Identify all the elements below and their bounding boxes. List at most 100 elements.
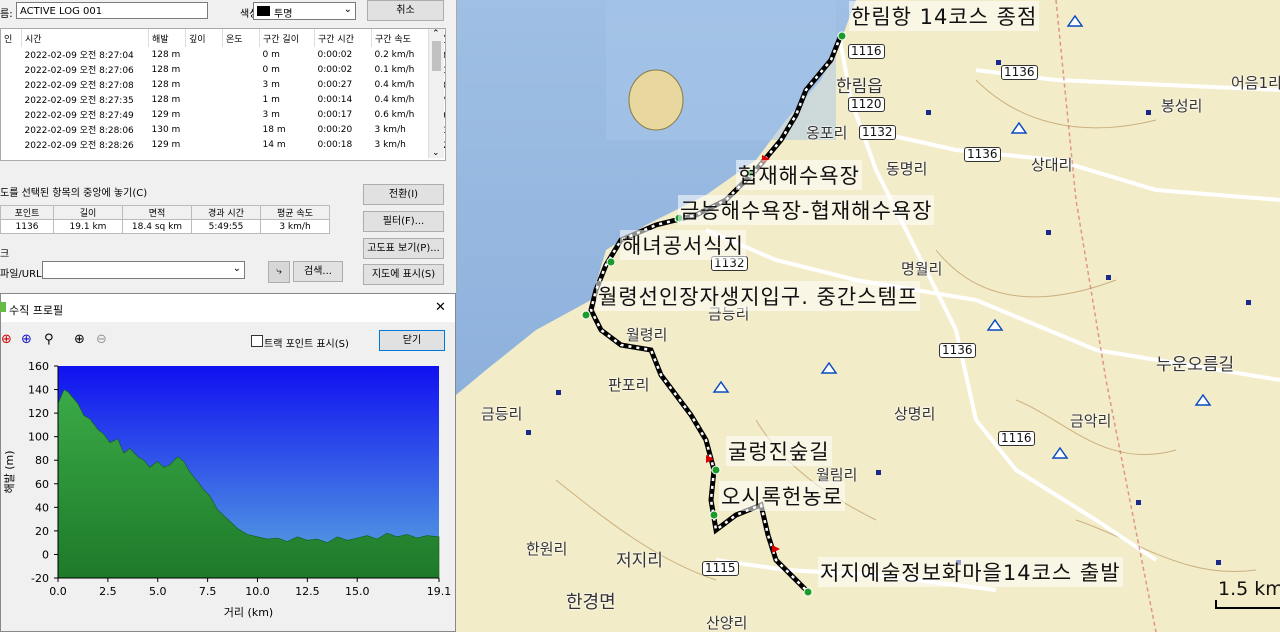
crosshair-red-icon[interactable]: ⊕ xyxy=(1,332,12,347)
table-row[interactable]: 2022-02-09 오전 8:27:35 128 m 1 m 0:00:14 0.4 … xyxy=(1,92,446,107)
table-scrollbar[interactable]: ⌃ ⌄ xyxy=(428,29,444,158)
table-cell xyxy=(186,62,223,77)
y-tick-label: 120 xyxy=(28,407,49,420)
table-cell: 128 m xyxy=(151,64,181,75)
table-row[interactable]: 2022-02-09 오전 8:27:04 128 m 0 m 0:00:02 0.2 … xyxy=(1,47,446,62)
column-header[interactable]: 구간 길이 xyxy=(259,29,315,47)
column-header[interactable]: 구간 속도 xyxy=(371,29,429,47)
table-cell: 0:00:20 xyxy=(317,124,353,135)
chevron-down-icon[interactable]: ⌄ xyxy=(432,148,440,158)
column-header[interactable]: 시간 xyxy=(21,29,149,47)
stat-header: 평균 속도 xyxy=(260,205,330,220)
table-cell: 0.2 km/h xyxy=(374,49,415,60)
track-point-table[interactable]: 인시간해발깊이온도구간 길이구간 시간구간 속도구간 코스 2022-02-09… xyxy=(0,28,446,161)
table-cell xyxy=(1,77,22,92)
y-tick-label: 80 xyxy=(35,454,49,467)
table-cell: 129 m xyxy=(151,109,181,120)
x-tick-label: 10.0 xyxy=(245,585,270,598)
table-cell: 18 m xyxy=(262,124,286,135)
y-tick-label: 140 xyxy=(28,384,49,397)
window-title: 수직 프로필 xyxy=(9,304,64,317)
column-header[interactable]: 해발 xyxy=(148,29,186,47)
place-name: 동명리 xyxy=(886,160,928,178)
link-group-label: 크 xyxy=(0,249,10,260)
map-view[interactable]: 1116 1136 1120 1132 1132 1136 1136 1116 … xyxy=(456,0,1280,632)
show-trackpoints-label[interactable]: 트랙 포인트 표시(S) xyxy=(264,335,349,350)
chevron-down-icon: ⌄ xyxy=(343,4,352,15)
x-axis-label: 거리 (km) xyxy=(224,606,273,619)
color-value: 투명 xyxy=(274,9,293,20)
name-label: 름: xyxy=(0,9,13,20)
elevation-profile-button[interactable]: 고도표 보기(P)... xyxy=(363,238,444,259)
column-header[interactable]: 구간 시간 xyxy=(314,29,372,47)
table-cell xyxy=(186,92,223,107)
table-cell: 128 m xyxy=(151,79,181,90)
chevron-down-icon: ⌄ xyxy=(232,263,241,274)
table-cell: 2022-02-09 오전 8:27:06 xyxy=(24,66,134,76)
zoom-in-icon[interactable]: ⊕ xyxy=(74,332,85,347)
color-select[interactable]: 투명 ⌄ xyxy=(253,2,356,20)
track-name-input[interactable]: ACTIVE LOG 001 xyxy=(16,2,208,19)
table-cell: 0.4 km/h xyxy=(374,94,415,105)
stat-header: 포인트 xyxy=(0,205,54,220)
column-header[interactable]: 깊이 xyxy=(185,29,223,47)
place-name: 명월리 xyxy=(901,260,943,278)
column-header[interactable]: 인 xyxy=(1,29,22,47)
stat-value: 5:49:55 xyxy=(191,219,261,234)
table-cell: 0:00:14 xyxy=(317,94,353,105)
filter-button[interactable]: 필터(F)... xyxy=(363,211,444,232)
file-url-input[interactable]: ⌄ xyxy=(42,261,245,279)
center-on-map-label[interactable]: 도를 선택된 항목의 중앙에 놓기(C) xyxy=(0,184,147,199)
color-swatch xyxy=(257,6,270,16)
table-cell xyxy=(186,77,223,92)
road-shield: 1132 xyxy=(859,125,896,140)
table-row[interactable]: 2022-02-09 오전 8:28:06 130 m 18 m 0:00:20 3 k… xyxy=(1,122,446,137)
invert-button[interactable]: 전환(I) xyxy=(363,184,444,205)
stat-header: 경과 시간 xyxy=(191,205,261,220)
place-name: 한원리 xyxy=(526,540,568,558)
table-row[interactable]: 2022-02-09 오전 8:28:26 129 m 14 m 0:00:18 3 k… xyxy=(1,137,446,152)
elevation-chart[interactable]: 160 140 120 100 80 60 40 20 0 -200.0 2.5 5.0 7.5 10.0… xyxy=(1,358,455,628)
close-icon[interactable]: ✕ xyxy=(435,300,446,315)
waypoint-label: 한림항 14코스 종점 xyxy=(849,1,1040,31)
stat-header: 길이 xyxy=(53,205,123,220)
table-cell: 3 km/h xyxy=(374,139,406,150)
scroll-thumb[interactable] xyxy=(432,41,441,71)
table-cell: 0.6 km/h xyxy=(374,109,415,120)
table-cell: 1 m xyxy=(262,94,280,105)
open-link-button[interactable]: ⤷ xyxy=(268,261,290,283)
crosshair-blue-icon[interactable]: ⊕ xyxy=(21,332,32,347)
zoom-tool-icon[interactable]: ⚲ xyxy=(44,332,54,347)
waypoint-label: 저지예술정보화마을14코스 출발 xyxy=(818,557,1123,587)
show-on-map-button[interactable]: 지도에 표시(S) xyxy=(363,264,444,285)
table-row[interactable]: 2022-02-09 오전 8:27:08 128 m 3 m 0:00:27 0.4 … xyxy=(1,77,446,92)
file-url-label: 파일/URL: xyxy=(0,269,45,280)
stat-value: 18.4 sq km xyxy=(122,219,192,234)
search-button[interactable]: 검색... xyxy=(293,261,343,282)
table-cell: 128 m xyxy=(151,94,181,105)
table-cell xyxy=(1,62,22,77)
table-cell: 2022-02-09 오전 8:27:35 xyxy=(24,96,134,106)
zoom-out-icon[interactable]: ⊖ xyxy=(96,332,107,347)
close-button[interactable]: 닫기 xyxy=(379,330,445,351)
table-row[interactable]: 2022-02-09 오전 8:27:49 129 m 3 m 0:00:17 0.6 … xyxy=(1,107,446,122)
place-name: 옹포리 xyxy=(806,124,848,142)
track-stats: 포인트 길이 면적 경과 시간 평균 속도 1136 19.1 km 18.4 sq km 5… xyxy=(0,205,330,234)
x-tick-label: 5.0 xyxy=(149,585,167,598)
scale-bar xyxy=(1215,600,1280,609)
table-cell xyxy=(1,47,22,62)
cancel-button[interactable]: 취소 xyxy=(367,0,444,21)
stat-value: 3 km/h xyxy=(260,219,330,234)
x-tick-label: 0.0 xyxy=(49,585,67,598)
table-cell xyxy=(186,107,223,122)
chevron-up-icon[interactable]: ⌃ xyxy=(432,29,440,39)
x-tick-label: 12.5 xyxy=(295,585,320,598)
waypoint-label: 오시록헌농로 xyxy=(719,481,845,511)
show-trackpoints-checkbox[interactable] xyxy=(251,335,263,347)
table-row[interactable]: 2022-02-09 오전 8:27:06 128 m 0 m 0:00:02 0.1 … xyxy=(1,62,446,77)
column-header[interactable]: 온도 xyxy=(222,29,260,47)
table-cell xyxy=(186,137,223,152)
waypoint-label: 굴렁진숲길 xyxy=(726,436,832,466)
table-cell: 2022-02-09 오전 8:28:06 xyxy=(24,126,134,136)
vertical-profile-window: 수직 프로필 ✕ ⊕ ⊕ ⚲ ⊕ ⊖ 트랙 포인트 표시(S) 닫기 160 14… xyxy=(0,293,456,632)
